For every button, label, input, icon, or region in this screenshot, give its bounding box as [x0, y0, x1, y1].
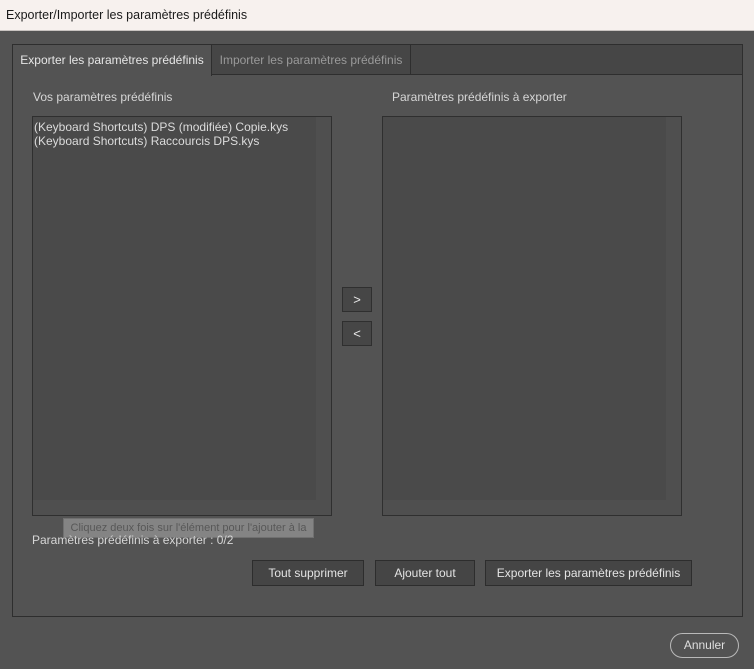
- tab-export[interactable]: Exporter les paramètres prédéfinis: [13, 45, 212, 76]
- export-presets-button[interactable]: Exporter les paramètres prédéfinis: [485, 560, 692, 586]
- window-title: Exporter/Importer les paramètres prédéfi…: [6, 8, 248, 22]
- list-item[interactable]: (Keyboard Shortcuts) Raccourcis DPS.kys: [34, 134, 259, 148]
- tab-strip: Exporter les paramètres prédéfinis Impor…: [13, 45, 742, 76]
- horizontal-scrollbar[interactable]: [33, 500, 331, 515]
- cancel-button[interactable]: Annuler: [670, 633, 739, 658]
- your-presets-list[interactable]: (Keyboard Shortcuts) DPS (modifiée) Copi…: [32, 116, 332, 516]
- remove-selected-button[interactable]: <: [342, 321, 372, 346]
- window-title-bar: Exporter/Importer les paramètres prédéfi…: [0, 0, 754, 31]
- presets-to-export-list[interactable]: [382, 116, 682, 516]
- add-all-button[interactable]: Ajouter tout: [375, 560, 475, 586]
- tooltip: Cliquez deux fois sur l'élément pour l'a…: [63, 518, 314, 552]
- vertical-scrollbar[interactable]: [316, 117, 331, 515]
- right-list-heading: Paramètres prédéfinis à exporter: [392, 90, 567, 104]
- list-item[interactable]: (Keyboard Shortcuts) DPS (modifiée) Copi…: [34, 120, 288, 134]
- clear-all-button[interactable]: Tout supprimer: [252, 560, 364, 586]
- horizontal-scrollbar[interactable]: [383, 500, 681, 515]
- left-list-heading: Vos paramètres prédéfinis: [33, 90, 173, 104]
- tab-import[interactable]: Importer les paramètres prédéfinis: [212, 45, 411, 75]
- add-selected-button[interactable]: >: [342, 287, 372, 312]
- vertical-scrollbar[interactable]: [666, 117, 681, 515]
